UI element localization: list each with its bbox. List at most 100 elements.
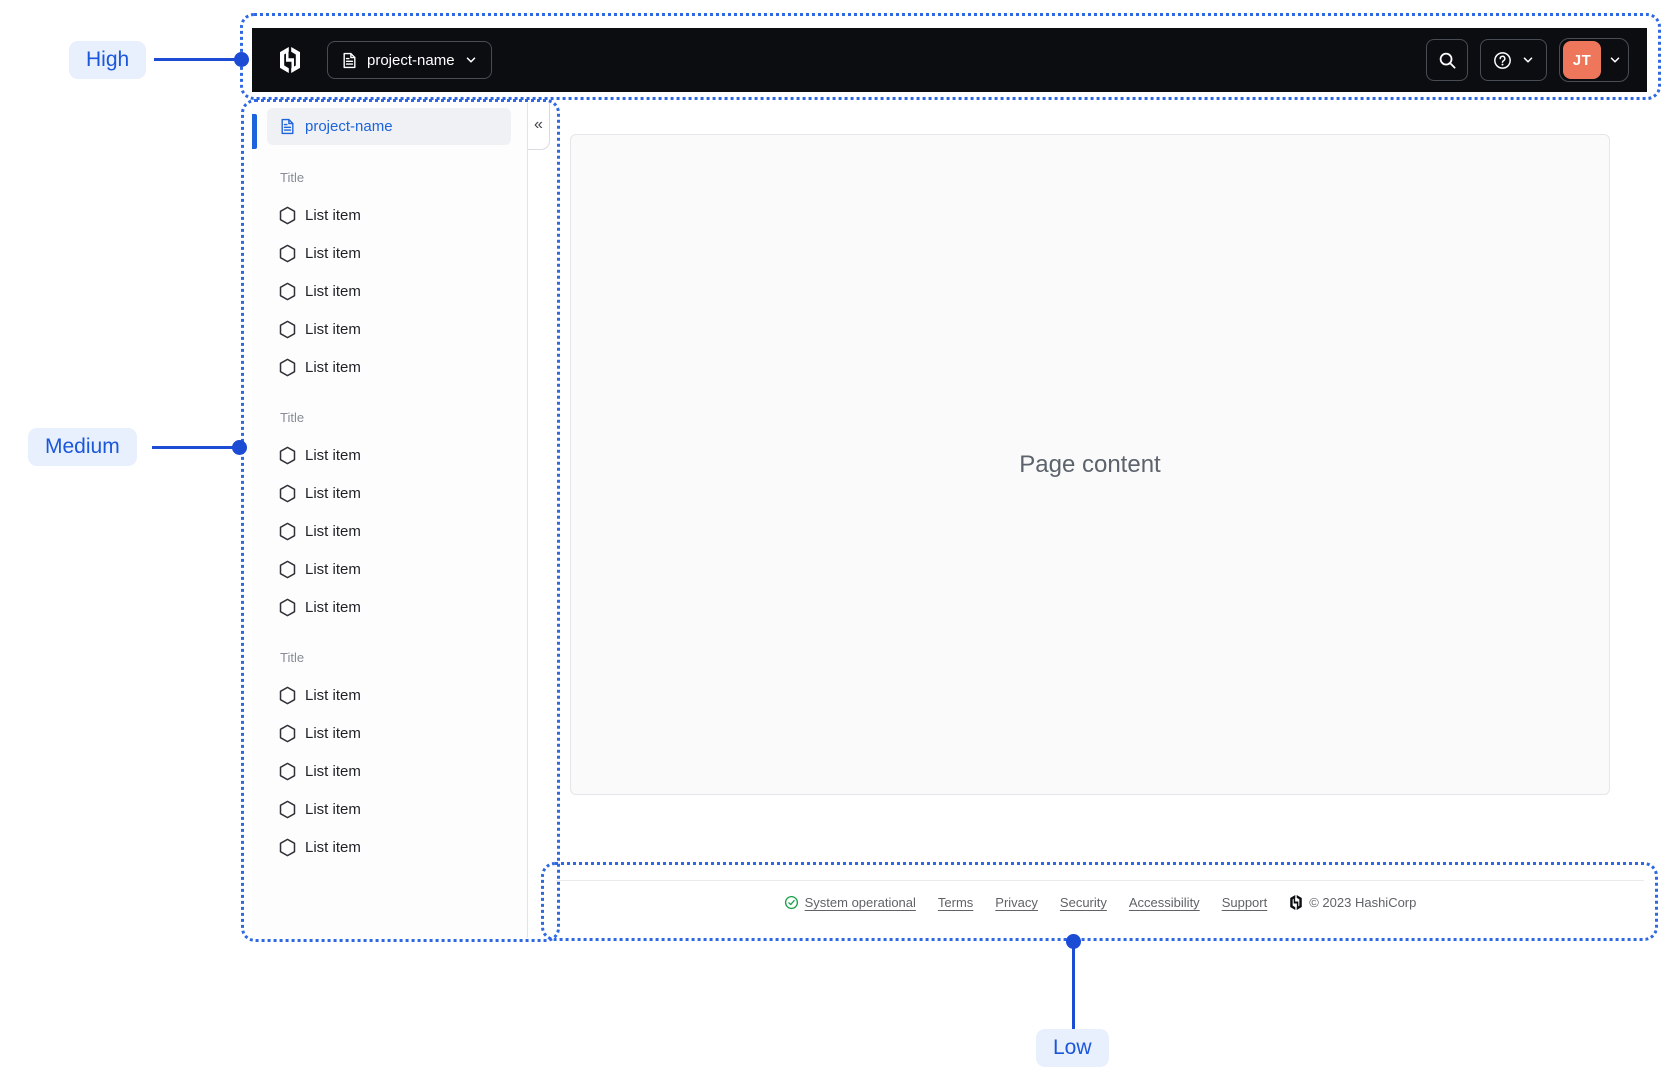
check-circle-icon xyxy=(784,895,798,910)
side-nav-item-label: List item xyxy=(305,724,361,742)
low-connector-line xyxy=(1072,941,1075,1030)
copyright-text: © 2023 HashiCorp xyxy=(1309,895,1417,910)
hexagon-icon xyxy=(279,446,296,464)
help-menu-button[interactable] xyxy=(1480,39,1547,81)
side-nav-section-title: Title xyxy=(280,410,305,425)
side-nav-item[interactable]: List item xyxy=(279,242,511,264)
system-status-label: System operational xyxy=(804,895,916,910)
side-nav-item[interactable]: List item xyxy=(279,356,511,378)
side-nav-item[interactable]: List item xyxy=(279,482,511,504)
side-nav-header: project-name xyxy=(252,108,527,149)
search-button[interactable] xyxy=(1426,39,1468,81)
side-nav-item[interactable]: List item xyxy=(279,684,511,706)
side-nav-item[interactable]: List item xyxy=(279,798,511,820)
side-nav-item-label: List item xyxy=(305,598,361,616)
file-text-icon xyxy=(343,52,356,68)
low-priority-label: Low xyxy=(1036,1029,1109,1067)
hexagon-icon xyxy=(279,686,296,704)
side-nav-item-label: List item xyxy=(305,206,361,224)
side-nav-item[interactable]: List item xyxy=(279,444,511,466)
side-nav-item-label: List item xyxy=(305,320,361,338)
side-nav-item-label: List item xyxy=(305,358,361,376)
side-nav-item-label: List item xyxy=(305,838,361,856)
side-nav-item-label: List item xyxy=(305,686,361,704)
side-nav-project-label: project-name xyxy=(305,118,393,135)
footer-link[interactable]: Security xyxy=(1060,895,1107,910)
chevron-down-icon xyxy=(1610,57,1620,63)
side-nav-item[interactable]: List item xyxy=(279,204,511,226)
hexagon-icon xyxy=(279,484,296,502)
side-nav-groups: Title List item List item List item List… xyxy=(252,168,527,858)
side-nav-item[interactable]: List item xyxy=(279,596,511,618)
side-nav-item-label: List item xyxy=(305,522,361,540)
hexagon-icon xyxy=(279,522,296,540)
hexagon-icon xyxy=(279,800,296,818)
chevron-down-icon xyxy=(466,57,475,63)
side-nav-project-item[interactable]: project-name xyxy=(267,108,511,145)
hexagon-icon xyxy=(279,724,296,742)
high-connector-dot xyxy=(234,52,249,67)
side-nav: project-name Title List item List item L… xyxy=(252,103,528,938)
hexagon-icon xyxy=(279,598,296,616)
hexagon-icon xyxy=(279,244,296,262)
high-priority-label: High xyxy=(69,41,147,79)
hashicorp-logo-icon xyxy=(1290,895,1303,910)
hexagon-icon xyxy=(279,762,296,780)
side-nav-item-label: List item xyxy=(305,800,361,818)
side-nav-item-label: List item xyxy=(305,484,361,502)
navbar-right-cluster: JT xyxy=(1426,38,1629,82)
side-nav-item-label: List item xyxy=(305,762,361,780)
top-navbar: project-name JT xyxy=(252,28,1647,92)
side-nav-section-title: Title xyxy=(280,170,305,185)
screenshot-canvas: project-name JT project-name Title List … xyxy=(0,0,1672,1078)
hexagon-icon xyxy=(279,560,296,578)
medium-connector-dot xyxy=(232,440,247,455)
side-nav-item[interactable]: List item xyxy=(279,558,511,580)
sidebar-collapse-button[interactable]: « xyxy=(528,103,550,150)
system-status-link[interactable]: System operational xyxy=(784,895,916,910)
page-content-area: Page content xyxy=(570,134,1610,795)
hexagon-icon xyxy=(279,320,296,338)
hashicorp-logo-icon[interactable] xyxy=(278,47,302,73)
side-nav-item-label: List item xyxy=(305,560,361,578)
app-footer: System operational Terms Privacy Security A… xyxy=(556,880,1644,938)
collapse-chevrons-icon: « xyxy=(534,116,543,133)
low-connector-dot xyxy=(1066,934,1081,949)
hexagon-icon xyxy=(279,206,296,224)
side-nav-item[interactable]: List item xyxy=(279,520,511,542)
side-nav-item-label: List item xyxy=(305,282,361,300)
page-content-placeholder: Page content xyxy=(1019,450,1161,478)
search-icon xyxy=(1439,52,1456,69)
high-connector-line xyxy=(154,58,237,61)
medium-priority-label: Medium xyxy=(28,428,137,466)
hexagon-icon xyxy=(279,358,296,376)
project-switcher-label: project-name xyxy=(367,51,455,69)
side-nav-item-label: List item xyxy=(305,244,361,262)
side-nav-item[interactable]: List item xyxy=(279,836,511,858)
side-nav-section-title: Title xyxy=(280,650,305,665)
footer-link[interactable]: Privacy xyxy=(995,895,1038,910)
active-indicator-bar xyxy=(252,114,257,149)
hexagon-icon xyxy=(279,838,296,856)
footer-link[interactable]: Accessibility xyxy=(1129,895,1200,910)
footer-link[interactable]: Terms xyxy=(938,895,973,910)
footer-row: System operational Terms Privacy Security A… xyxy=(556,895,1644,910)
side-nav-item[interactable]: List item xyxy=(279,280,511,302)
chevron-down-icon xyxy=(1523,57,1533,63)
footer-link[interactable]: Support xyxy=(1222,895,1268,910)
side-nav-item[interactable]: List item xyxy=(279,318,511,340)
help-icon xyxy=(1494,51,1511,69)
side-nav-item[interactable]: List item xyxy=(279,760,511,782)
side-nav-item[interactable]: List item xyxy=(279,722,511,744)
hexagon-icon xyxy=(279,282,296,300)
user-menu-button[interactable]: JT xyxy=(1559,38,1629,82)
side-nav-item-label: List item xyxy=(305,446,361,464)
file-text-icon xyxy=(281,118,294,135)
side-nav-group: Title List item List item List item List… xyxy=(279,408,511,618)
project-switcher-button[interactable]: project-name xyxy=(327,41,492,79)
user-avatar: JT xyxy=(1563,41,1601,79)
side-nav-group: Title List item List item List item List… xyxy=(279,648,511,858)
medium-connector-line xyxy=(152,446,235,449)
side-nav-group: Title List item List item List item List… xyxy=(279,168,511,378)
footer-brand: © 2023 HashiCorp xyxy=(1289,895,1416,910)
